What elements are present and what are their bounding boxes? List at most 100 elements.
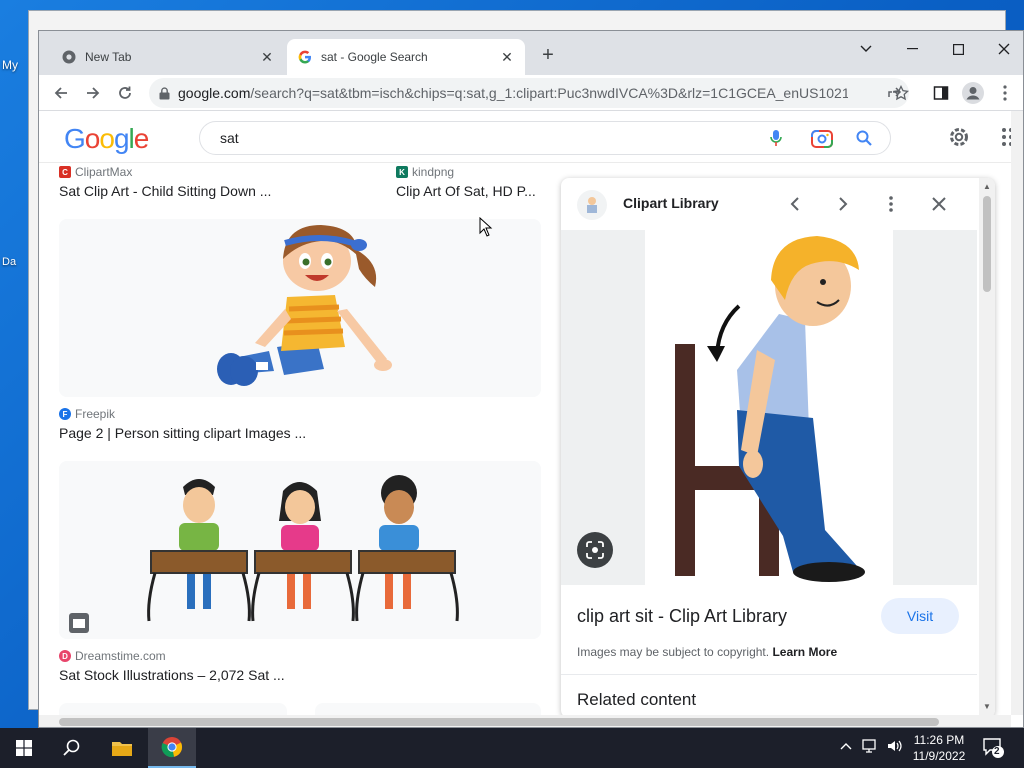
clipartmax-favicon-icon: C: [59, 166, 71, 178]
tab-search-chevron-icon[interactable]: [843, 35, 889, 63]
search-input[interactable]: sat: [199, 121, 891, 155]
profile-avatar-icon[interactable]: [959, 79, 987, 107]
visit-button[interactable]: Visit: [881, 598, 959, 634]
close-panel-icon[interactable]: [927, 192, 951, 216]
close-tab-icon[interactable]: ✕: [497, 47, 517, 67]
page-horizontal-scrollbar[interactable]: [39, 715, 1011, 727]
google-icon: [297, 49, 313, 65]
network-icon[interactable]: [862, 738, 880, 757]
copyright-notice: Images may be subject to copyright. Lear…: [577, 645, 837, 659]
logo-letter: e: [133, 123, 150, 154]
source-name: ClipartMax: [75, 165, 133, 179]
notifications-icon[interactable]: 2: [982, 736, 1004, 761]
previous-chevron-icon[interactable]: [783, 192, 807, 216]
taskbar-search-icon[interactable]: [48, 728, 96, 768]
tab-strip: New Tab ✕ sat - Google Search ✕ +: [39, 31, 1023, 75]
girl-sitting-illustration: [59, 219, 541, 397]
maximize-icon[interactable]: [935, 35, 981, 63]
lock-icon[interactable]: [159, 86, 170, 100]
image-preview-panel: Clipart Library clip art sit - Clip Art …: [561, 178, 995, 718]
freepik-favicon-icon: F: [59, 408, 71, 420]
logo-letter: o: [99, 123, 115, 154]
panel-scrollbar[interactable]: ▲ ▼: [979, 178, 995, 718]
result-source[interactable]: D Dreamstime.com: [59, 649, 166, 663]
page-vertical-scrollbar[interactable]: [1011, 111, 1023, 715]
scroll-up-arrow-icon[interactable]: ▲: [983, 182, 991, 191]
back-arrow-icon[interactable]: [47, 79, 75, 107]
logo-letter: g: [113, 123, 130, 154]
dreamstime-favicon-icon: D: [59, 650, 71, 662]
source-name: Freepik: [75, 407, 116, 421]
scroll-down-arrow-icon[interactable]: ▼: [983, 702, 991, 711]
divider: [561, 674, 977, 675]
result-title[interactable]: Page 2 | Person sitting clipart Images .…: [59, 425, 306, 441]
related-content-heading: Related content: [577, 690, 697, 709]
close-window-icon[interactable]: [981, 35, 1023, 63]
desktop-icon-label[interactable]: My: [2, 58, 18, 72]
volume-icon[interactable]: [886, 738, 904, 757]
windows-taskbar: 11:26 PM 11/9/2022 2: [0, 728, 1024, 768]
result-title[interactable]: Clip Art Of Sat, HD P...: [396, 183, 536, 199]
microphone-icon[interactable]: [764, 126, 788, 150]
address-bar[interactable]: google.com/search?q=sat&tbm=isch&chips=q…: [149, 78, 909, 108]
tab-new-tab[interactable]: New Tab ✕: [51, 39, 285, 75]
url-path: /search?q=sat&tbm=isch&chips=q:sat,g_1:c…: [250, 85, 848, 101]
horizontal-scroll-thumb[interactable]: [59, 718, 939, 726]
panel-site-name[interactable]: Clipart Library: [623, 195, 719, 211]
tab-title: sat - Google Search: [321, 50, 428, 64]
image-result-card[interactable]: [59, 219, 541, 397]
panel-scroll-thumb[interactable]: [983, 196, 991, 292]
clock-time: 11:26 PM: [913, 733, 965, 747]
reload-icon[interactable]: [111, 79, 139, 107]
google-header: Google sat: [39, 111, 1023, 163]
google-logo[interactable]: Google: [64, 123, 150, 155]
url-host: google.com: [178, 85, 251, 101]
learn-more-link[interactable]: Learn More: [772, 645, 837, 659]
url-text: google.com/search?q=sat&tbm=isch&chips=q…: [178, 85, 848, 101]
close-tab-icon[interactable]: ✕: [257, 47, 277, 67]
preview-image[interactable]: [561, 230, 977, 585]
tab-title: New Tab: [85, 50, 132, 64]
preview-caption[interactable]: clip art sit - Clip Art Library: [577, 606, 787, 627]
image-result-card[interactable]: [59, 461, 541, 639]
notification-count: 2: [994, 746, 1000, 757]
desktop-icon-label[interactable]: Da: [2, 256, 16, 268]
new-tab-plus-icon[interactable]: +: [537, 45, 559, 67]
result-title[interactable]: Sat Stock Illustrations – 2,072 Sat ...: [59, 667, 285, 683]
next-chevron-icon[interactable]: [831, 192, 855, 216]
minimize-icon[interactable]: [889, 35, 935, 63]
side-panel-icon[interactable]: [927, 79, 955, 107]
file-explorer-icon[interactable]: [98, 728, 146, 768]
result-title[interactable]: Sat Clip Art - Child Sitting Down ...: [59, 183, 271, 199]
show-hidden-icons-chevron-icon[interactable]: [840, 738, 852, 753]
more-options-icon[interactable]: [879, 192, 903, 216]
windows-start-icon[interactable]: [0, 728, 48, 768]
settings-gear-icon[interactable]: [947, 125, 971, 149]
image-results: C ClipartMax Sat Clip Art - Child Sittin…: [39, 163, 549, 727]
chrome-icon: [61, 49, 77, 65]
forward-arrow-icon[interactable]: [79, 79, 107, 107]
chrome-taskbar-icon[interactable]: [148, 728, 196, 768]
panel-header: Clipart Library: [561, 178, 995, 230]
site-favicon-icon: [577, 190, 607, 220]
kindpng-favicon-icon: K: [396, 166, 408, 178]
result-source[interactable]: C ClipartMax: [59, 165, 132, 179]
lens-camera-icon[interactable]: [810, 126, 834, 150]
logo-letter: G: [64, 123, 86, 154]
mouse-cursor-icon: [479, 217, 493, 237]
search-icon[interactable]: [852, 126, 876, 150]
google-lens-icon[interactable]: [577, 532, 613, 568]
man-sitting-on-chair-illustration: [561, 230, 977, 585]
chrome-window: New Tab ✕ sat - Google Search ✕ + google…: [38, 30, 1024, 728]
bookmark-star-icon[interactable]: [887, 79, 915, 107]
search-query: sat: [220, 130, 239, 146]
result-source[interactable]: F Freepik: [59, 407, 115, 421]
result-source[interactable]: K kindpng: [396, 165, 454, 179]
browser-toolbar: google.com/search?q=sat&tbm=isch&chips=q…: [39, 75, 1023, 111]
logo-letter: o: [84, 123, 101, 154]
system-clock[interactable]: 11:26 PM 11/9/2022: [906, 732, 972, 764]
kids-at-desks-illustration: [59, 461, 541, 639]
tab-google-search[interactable]: sat - Google Search ✕: [287, 39, 525, 75]
kebab-menu-icon[interactable]: [991, 79, 1019, 107]
copyright-text: Images may be subject to copyright.: [577, 645, 770, 659]
